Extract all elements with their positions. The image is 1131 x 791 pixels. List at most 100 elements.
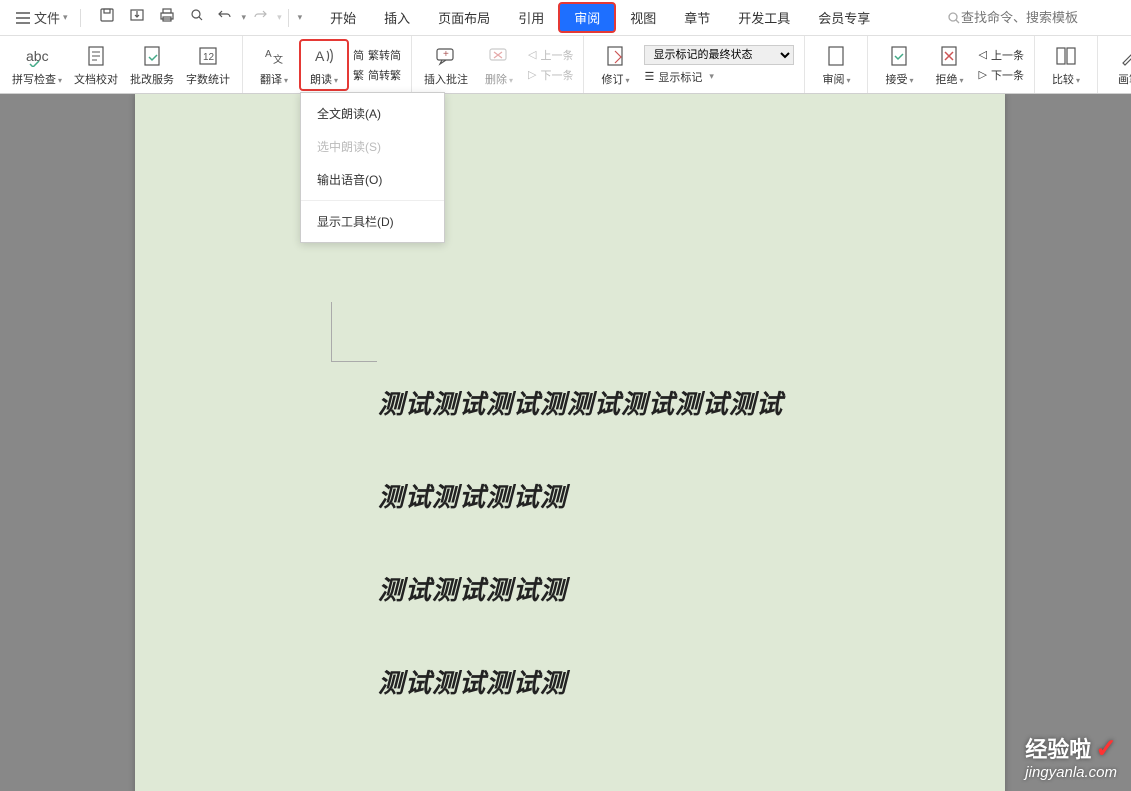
read-icon: A [313, 43, 335, 69]
menu-bar: 文件 ▾ ▾ ▾ ▾ 开始 插入 页面布局 引用 审阅 视图 章节 开发工具 会… [0, 0, 1131, 36]
watermark-title: 经验啦 [1025, 732, 1091, 764]
accept-label: 接受 [885, 71, 913, 87]
tab-start[interactable]: 开始 [316, 4, 370, 31]
check-icon: ✓ [1095, 733, 1117, 764]
j2f-icon: 繁 [353, 67, 364, 83]
next-change-button[interactable]: ▷下一条 [978, 67, 1023, 83]
search-box[interactable] [947, 10, 1121, 25]
divider [288, 9, 289, 27]
review-label: 审阅 [822, 71, 850, 87]
j2f-button[interactable]: 繁简转繁 [353, 67, 401, 83]
tab-view[interactable]: 视图 [616, 4, 670, 31]
tab-insert[interactable]: 插入 [370, 4, 424, 31]
prev-comment-button[interactable]: ◁ 上一条 [528, 47, 573, 63]
pen-button[interactable]: 画笔 [1104, 41, 1131, 89]
file-menu[interactable]: 文件 ▾ [10, 8, 74, 27]
text-line[interactable]: 测试测试测试测 [378, 477, 783, 514]
wordcount-label: 字数统计 [186, 71, 230, 87]
save-icon[interactable] [99, 7, 115, 28]
prev-icon: ◁ [978, 48, 986, 61]
search-input[interactable] [961, 10, 1121, 25]
chevron-down-icon[interactable]: ▾ [277, 12, 282, 23]
prev-change-button[interactable]: ◁上一条 [978, 47, 1023, 63]
output-icon[interactable] [129, 7, 145, 28]
compare-button[interactable]: 比较 [1041, 41, 1091, 89]
track-button[interactable]: 修订 [590, 41, 640, 89]
divider [80, 9, 81, 27]
translate-button[interactable]: A文 翻译 [249, 41, 299, 89]
svg-text:12: 12 [203, 52, 215, 63]
compare-label: 比较 [1052, 71, 1080, 87]
svg-text:A: A [315, 48, 325, 64]
wordcount-icon: 12 [198, 43, 218, 69]
markup-select[interactable]: 显示标记的最终状态 [644, 45, 794, 65]
redo-icon[interactable] [252, 8, 268, 27]
menu-read-all[interactable]: 全文朗读(A) [301, 97, 444, 130]
watermark: 经验啦✓ jingyanla.com [1025, 732, 1117, 781]
chevron-down-icon: ▾ [63, 12, 68, 23]
tab-section[interactable]: 章节 [670, 4, 724, 31]
print-icon[interactable] [159, 7, 175, 28]
tab-dev[interactable]: 开发工具 [724, 4, 804, 31]
translate-label: 翻译 [260, 71, 288, 87]
search-icon [947, 11, 961, 25]
chevron-down-icon[interactable]: ▾ [298, 12, 303, 23]
insert-comment-label: 插入批注 [424, 71, 468, 87]
preview-icon[interactable] [189, 7, 205, 28]
undo-redo-group: ▾ ▾ [217, 8, 282, 27]
reject-button[interactable]: 拒绝 [924, 41, 974, 89]
delete-button[interactable]: 删除 [474, 41, 524, 89]
track-icon [605, 43, 625, 69]
text-line[interactable]: 测试测试测试测 [378, 570, 783, 607]
tab-layout[interactable]: 页面布局 [424, 4, 504, 31]
wordcount-button[interactable]: 12 字数统计 [180, 41, 236, 89]
tab-member[interactable]: 会员专享 [804, 4, 884, 31]
f2j-button[interactable]: 简繁转简 [353, 47, 401, 63]
next-comment-button[interactable]: ▷下一条 [528, 67, 573, 83]
markup-combo[interactable]: 显示标记的最终状态 [644, 45, 794, 65]
tab-review[interactable]: 审阅 [558, 2, 616, 33]
undo-icon[interactable] [217, 8, 233, 27]
doccheck-button[interactable]: 文档校对 [68, 41, 124, 89]
svg-text:+: + [443, 49, 449, 60]
show-marks-label: 显示标记 [658, 69, 702, 85]
track-label: 修订 [601, 71, 629, 87]
delete-icon [488, 43, 510, 69]
page-content[interactable]: 测试测试测试测测试测试测试测试 测试测试测试测 测试测试测试测 测试测试测试测 [378, 384, 783, 756]
watermark-site: jingyanla.com [1025, 764, 1117, 781]
tab-reference[interactable]: 引用 [504, 4, 558, 31]
revservice-label: 批改服务 [130, 71, 174, 87]
ribbon: abc 拼写检查 文档校对 批改服务 12 字数统计 A文 翻译 A 朗读 简繁… [0, 36, 1131, 94]
menu-show-toolbar[interactable]: 显示工具栏(D) [301, 205, 444, 238]
next-label: 下一条 [991, 67, 1024, 83]
f2j-label: 繁转简 [368, 47, 401, 63]
accept-button[interactable]: 接受 [874, 41, 924, 89]
document-area: 测试测试测试测测试测试测试测试 测试测试测试测 测试测试测试测 测试测试测试测 [0, 94, 1131, 791]
chevron-down-icon[interactable]: ▾ [242, 12, 247, 23]
review-icon [826, 43, 846, 69]
text-line[interactable]: 测试测试测试测测试测试测试测试 [378, 384, 783, 421]
menu-read-selection: 选中朗读(S) [301, 130, 444, 163]
pen-icon [1119, 43, 1131, 69]
prev-icon: ◁ [528, 48, 536, 61]
svg-text:abc: abc [26, 48, 49, 64]
j2f-label: 简转繁 [368, 67, 401, 83]
compare-icon [1055, 43, 1077, 69]
f2j-icon: 简 [353, 47, 364, 63]
read-button[interactable]: A 朗读 [299, 39, 349, 91]
prev-label: 上一条 [540, 47, 573, 63]
spellcheck-button[interactable]: abc 拼写检查 [6, 41, 68, 89]
revservice-button[interactable]: 批改服务 [124, 41, 180, 89]
read-dropdown: 全文朗读(A) 选中朗读(S) 输出语音(O) 显示工具栏(D) [300, 92, 445, 243]
revservice-icon [142, 43, 162, 69]
delete-label: 删除 [485, 71, 513, 87]
text-line[interactable]: 测试测试测试测 [378, 663, 783, 700]
doccheck-icon [86, 43, 106, 69]
menu-output-voice[interactable]: 输出语音(O) [301, 163, 444, 196]
accept-icon [889, 43, 909, 69]
show-marks-button[interactable]: ☰显示标记▾ [644, 69, 794, 85]
read-label: 朗读 [310, 71, 338, 87]
review-button[interactable]: 审阅 [811, 41, 861, 89]
reject-icon [939, 43, 959, 69]
insert-comment-button[interactable]: + 插入批注 [418, 41, 474, 89]
